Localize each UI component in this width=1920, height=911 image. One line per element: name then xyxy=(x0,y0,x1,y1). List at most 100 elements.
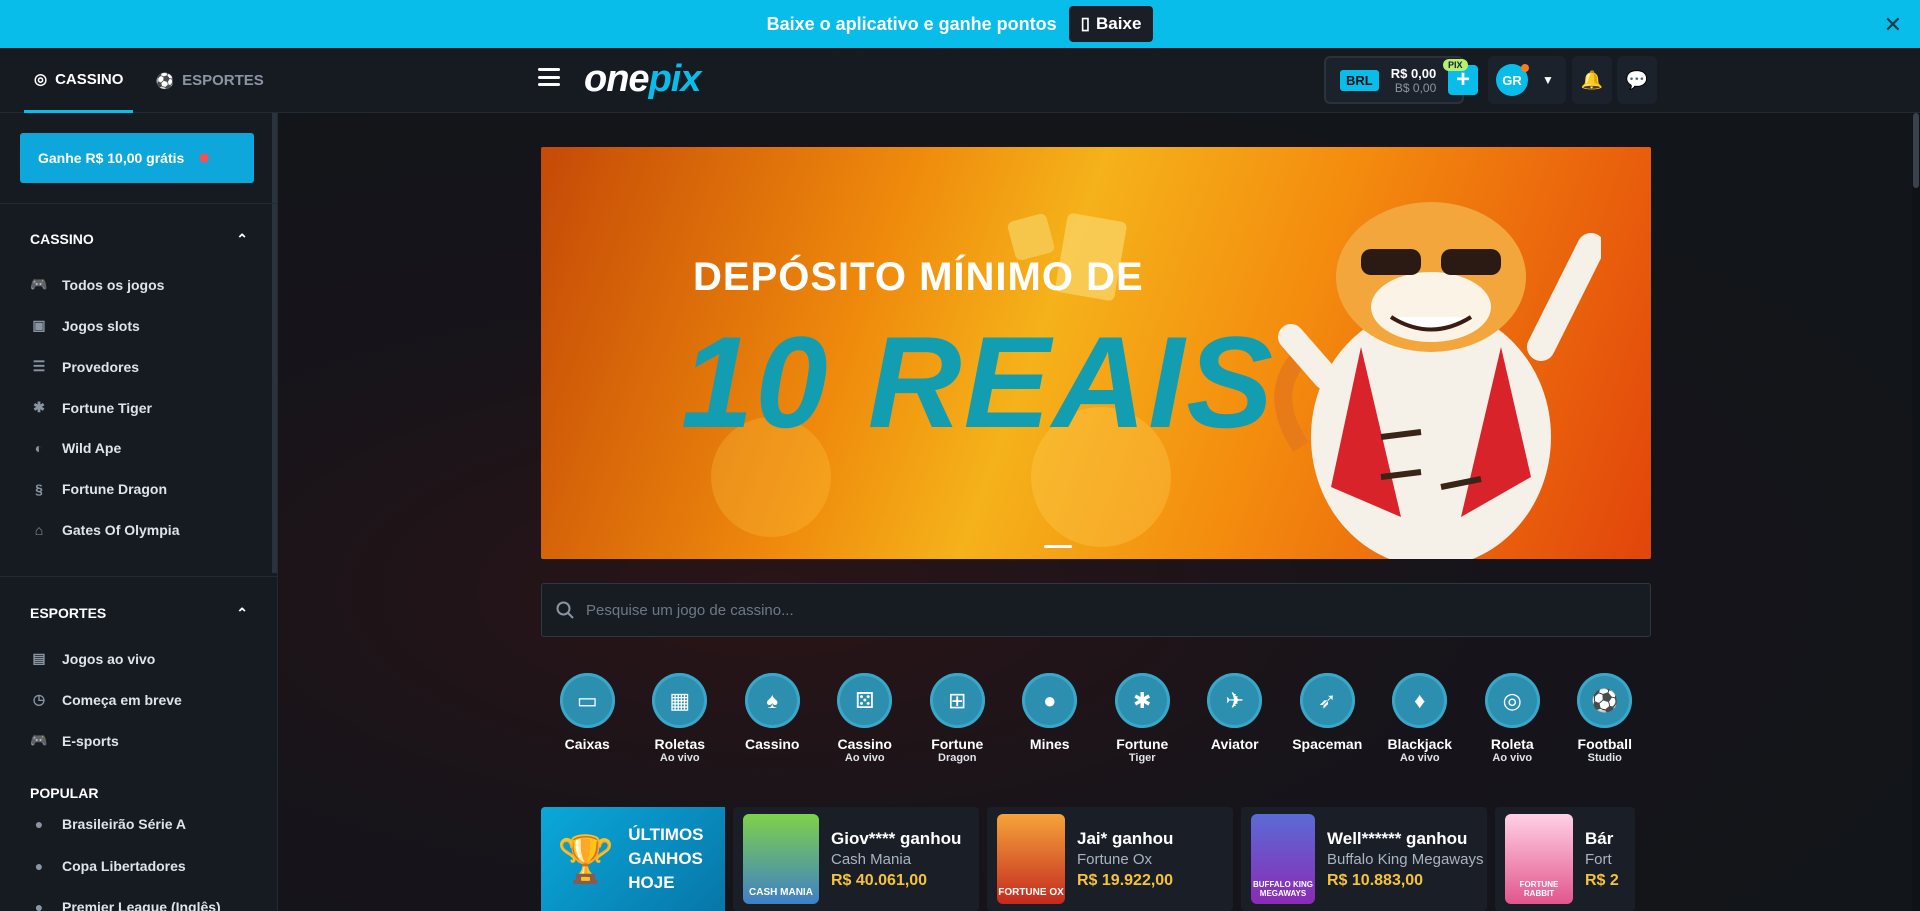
temple-icon: ⌂ xyxy=(34,522,44,538)
chevron-up-icon: ⌃ xyxy=(236,605,248,621)
logo[interactable]: onepix xyxy=(584,58,701,101)
win-card[interactable]: FORTUNE RABBIT Bár Fort R$ 2 xyxy=(1495,807,1635,911)
sidebar-item-starting-soon[interactable]: ◷ Começa em breve xyxy=(30,691,182,708)
download-app-button[interactable]: ▯ Baixe xyxy=(1068,6,1154,42)
sidebar-item-gates-of-olympia[interactable]: ⌂ Gates Of Olympia xyxy=(30,522,180,538)
card-icon: ♦ xyxy=(1392,673,1448,728)
sidebar-item-premier-league[interactable]: ● Premier League (Inglês) xyxy=(30,899,221,911)
box-icon: ▭ xyxy=(559,673,615,728)
gamepad-icon: ⊞ xyxy=(929,673,985,728)
menu-icon[interactable] xyxy=(538,68,560,86)
sidebar-item-fortune-tiger[interactable]: ✱ Fortune Tiger xyxy=(30,399,152,416)
category-fortune-tiger[interactable]: ✱ Fortune Tiger xyxy=(1096,673,1189,764)
win-card[interactable]: FORTUNE OX Jai* ganhou Fortune Ox R$ 19.92… xyxy=(987,807,1233,911)
search-placeholder: Pesquise um jogo de cassino... xyxy=(586,601,794,619)
category-shortcuts: ▭ Caixas ▦ Roletas Ao vivo ♠ Cassino ⚄ Cassin… xyxy=(541,673,1651,764)
chat-icon[interactable]: 💬 xyxy=(1617,56,1657,104)
clock-icon: ◷ xyxy=(32,691,46,707)
sparkle-icon: ✸ xyxy=(198,149,211,166)
trophy-icon: 🏆 xyxy=(557,832,615,885)
win-card[interactable]: BUFFALO KING MEGAWAYS Well****** ganhou B… xyxy=(1241,807,1487,911)
search-icon xyxy=(556,601,574,619)
category-roletas[interactable]: ▦ Roletas Ao vivo xyxy=(634,673,727,764)
dice-icon: ⚄ xyxy=(837,673,893,728)
currency-badge: BRL xyxy=(1340,69,1379,91)
roulette-icon: ◎ xyxy=(1484,673,1540,728)
category-spaceman[interactable]: ➶ Spaceman xyxy=(1281,673,1374,764)
soccer-ball-icon: ⚽ xyxy=(155,72,175,90)
tab-sports[interactable]: ⚽ ESPORTES xyxy=(155,48,263,113)
app-download-message: Baixe o aplicativo e ganhe pontos xyxy=(766,13,1057,34)
league-icon: ● xyxy=(34,858,44,874)
promo-banner[interactable]: DEPÓSITO MÍNIMO DE 10 REAIS xyxy=(541,147,1651,559)
bonus-balance: B$ 0,00 xyxy=(1394,80,1437,95)
casino-section-header[interactable]: CASSINO ⌃ xyxy=(30,231,248,248)
paw-icon: ✱ xyxy=(33,399,45,415)
avatar: GR xyxy=(1496,64,1529,96)
slot-icon: ▣ xyxy=(32,317,46,333)
sidebar-item-brasileirao[interactable]: ● Brasileirão Série A xyxy=(30,816,186,832)
game-thumbnail: BUFFALO KING MEGAWAYS xyxy=(1251,814,1315,904)
user-menu[interactable]: GR ▼ xyxy=(1488,56,1566,104)
page-scrollbar[interactable] xyxy=(1912,113,1920,911)
category-cassino-live[interactable]: ⚄ Cassino Ao vivo xyxy=(819,673,912,764)
tiger-mascot-icon xyxy=(1274,202,1601,559)
ape-icon: ◐ xyxy=(34,440,44,456)
cards-icon: ♠ xyxy=(744,673,800,728)
league-icon: ● xyxy=(34,816,44,832)
casino-chip-icon: ◎ xyxy=(34,71,48,88)
free-bonus-button[interactable]: Ganhe R$ 10,00 grátis ✸ xyxy=(20,133,254,183)
banner-line-2: 10 REAIS xyxy=(681,309,1276,455)
providers-icon: ☰ xyxy=(32,358,46,374)
chevron-down-icon: ▼ xyxy=(1542,73,1554,87)
category-mines[interactable]: ● Mines xyxy=(1004,673,1097,764)
pix-badge: PIX xyxy=(1443,59,1468,71)
sidebar-item-libertadores[interactable]: ● Copa Libertadores xyxy=(30,858,186,874)
tab-casino[interactable]: ◎ CASSINO xyxy=(24,48,134,113)
paw-icon: ✱ xyxy=(1114,673,1170,728)
sidebar: Ganhe R$ 10,00 grátis ✸ CASSINO ⌃ 🎮 Todos o… xyxy=(0,113,278,911)
game-thumbnail: FORTUNE RABBIT xyxy=(1505,814,1573,904)
bomb-icon: ● xyxy=(1022,673,1078,728)
main-content: DEPÓSITO MÍNIMO DE 10 REAIS Pesquise um … xyxy=(279,113,1920,911)
sports-section-header[interactable]: ESPORTES ⌃ xyxy=(30,605,248,622)
chevron-up-icon: ⌃ xyxy=(236,231,248,247)
gamepad-icon: 🎮 xyxy=(30,732,48,748)
carousel-indicator[interactable] xyxy=(1044,545,1072,548)
sidebar-item-live-games[interactable]: ▤ Jogos ao vivo xyxy=(30,650,155,667)
search-input[interactable]: Pesquise um jogo de cassino... xyxy=(541,583,1651,637)
category-football-studio[interactable]: ⚽ Football Studio xyxy=(1559,673,1652,764)
category-blackjack[interactable]: ♦ Blackjack Ao vivo xyxy=(1374,673,1467,764)
app-download-bar: Baixe o aplicativo e ganhe pontos ▯ Baixe… xyxy=(0,0,1920,48)
league-icon: ● xyxy=(34,899,44,911)
category-cassino[interactable]: ♠ Cassino xyxy=(726,673,819,764)
sidebar-item-providers[interactable]: ☰ Provedores xyxy=(30,358,139,375)
game-thumbnail: CASH MANIA xyxy=(743,814,819,904)
balance-value: R$ 0,00 xyxy=(1390,65,1437,81)
phone-icon: ▯ xyxy=(1080,14,1091,33)
dragon-icon: § xyxy=(35,481,43,497)
category-aviator[interactable]: ✈ Aviator xyxy=(1189,673,1282,764)
sidebar-item-slots[interactable]: ▣ Jogos slots xyxy=(30,317,139,334)
gamepad-icon: 🎮 xyxy=(30,276,48,292)
sidebar-item-wild-ape[interactable]: ◐ Wild Ape xyxy=(30,440,121,456)
win-card[interactable]: CASH MANIA Giov**** ganhou Cash Mania R$ 4… xyxy=(733,807,979,911)
bell-icon[interactable]: 🔔 xyxy=(1572,56,1612,104)
sidebar-item-esports[interactable]: 🎮 E-sports xyxy=(30,732,119,749)
latest-wins: 🏆 ÚLTIMOS GANHOS HOJE CASH MANIA Giov**** … xyxy=(541,807,1651,911)
rocket-icon: ➶ xyxy=(1299,673,1355,728)
category-fortune-dragon[interactable]: ⊞ Fortune Dragon xyxy=(911,673,1004,764)
latest-wins-header: 🏆 ÚLTIMOS GANHOS HOJE xyxy=(541,807,725,911)
category-roleta[interactable]: ◎ Roleta Ao vivo xyxy=(1466,673,1559,764)
plane-icon: ✈ xyxy=(1207,673,1263,728)
category-caixas[interactable]: ▭ Caixas xyxy=(541,673,634,764)
sidebar-scrollbar[interactable] xyxy=(272,113,277,573)
close-icon[interactable]: ✕ xyxy=(1884,12,1902,38)
banner-line-1: DEPÓSITO MÍNIMO DE xyxy=(693,255,1144,299)
sidebar-item-all-games[interactable]: 🎮 Todos os jogos xyxy=(30,276,164,293)
mode-tabs: ◎ CASSINO ⚽ ESPORTES xyxy=(0,48,278,113)
game-thumbnail: FORTUNE OX xyxy=(997,814,1065,904)
clapper-icon: ▤ xyxy=(32,650,46,666)
sidebar-item-fortune-dragon[interactable]: § Fortune Dragon xyxy=(30,481,167,497)
ball-icon: ⚽ xyxy=(1577,673,1633,728)
